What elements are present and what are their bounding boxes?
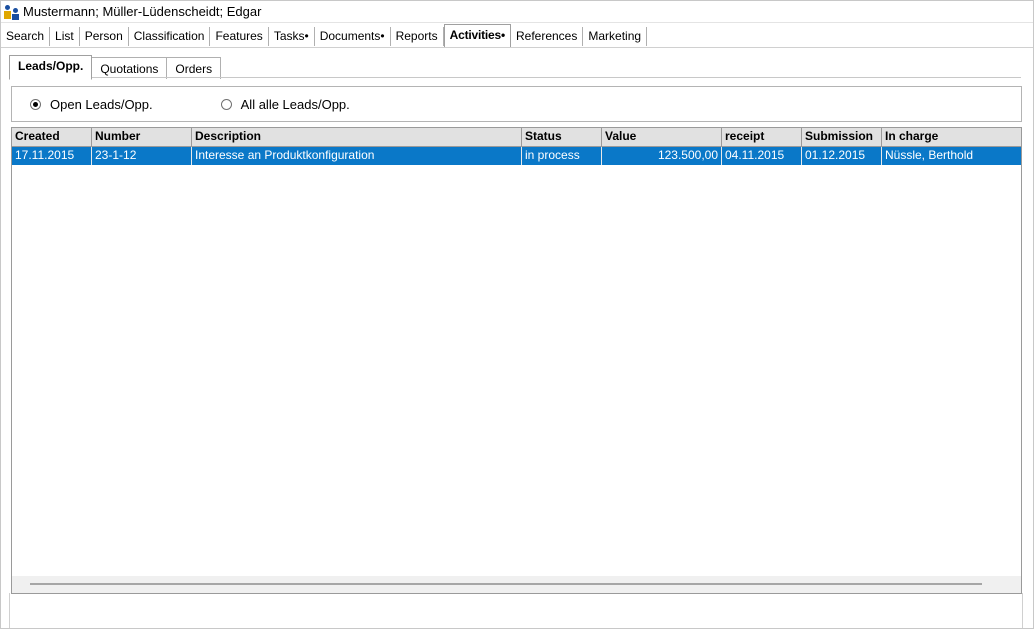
column-header-number[interactable]: Number <box>92 128 192 146</box>
tab-features[interactable]: Features <box>210 27 269 46</box>
tab-tasks[interactable]: Tasks• <box>269 27 315 46</box>
cell-created: 17.11.2015 <box>12 147 92 165</box>
title-bar: Mustermann; Müller-Lüdenscheidt; Edgar <box>1 1 1033 23</box>
column-header-status[interactable]: Status <box>522 128 602 146</box>
radio-all-leads-label: All alle Leads/Opp. <box>240 96 350 112</box>
tab-activities[interactable]: Activities• <box>443 24 511 47</box>
main-tab-bar: Search List Person Classification Featur… <box>1 24 1033 48</box>
tab-orders[interactable]: Orders <box>167 57 222 79</box>
column-header-submission[interactable]: Submission <box>802 128 882 146</box>
table-row[interactable]: 17.11.2015 23-1-12 Interesse an Produktk… <box>12 147 1021 165</box>
cell-description: Interesse an Produktkonfiguration <box>192 147 522 165</box>
bottom-panel <box>9 593 1023 628</box>
tab-references[interactable]: References <box>511 27 584 46</box>
column-header-description[interactable]: Description <box>192 128 522 146</box>
radio-open-leads[interactable]: Open Leads/Opp. <box>30 97 153 112</box>
cell-receipt: 04.11.2015 <box>722 147 802 165</box>
cell-submission: 01.12.2015 <box>802 147 882 165</box>
radio-unselected-icon[interactable] <box>220 98 232 110</box>
cell-number: 23-1-12 <box>92 147 192 165</box>
column-header-created[interactable]: Created <box>12 128 92 146</box>
radio-open-leads-label: Open Leads/Opp. <box>50 96 153 112</box>
tab-classification[interactable]: Classification <box>129 27 211 46</box>
table-header: Created Number Description Status Value … <box>12 128 1021 147</box>
radio-selected-icon[interactable] <box>30 98 41 110</box>
tab-quotations[interactable]: Quotations <box>92 57 168 79</box>
tab-list[interactable]: List <box>50 27 80 46</box>
horizontal-scrollbar[interactable] <box>12 576 1021 593</box>
column-header-receipt[interactable]: receipt <box>722 128 802 146</box>
tab-marketing[interactable]: Marketing <box>583 27 648 46</box>
cell-status: in process <box>522 147 602 165</box>
tab-leads-opp[interactable]: Leads/Opp. <box>9 55 93 80</box>
leads-table: Created Number Description Status Value … <box>11 127 1022 594</box>
tab-documents[interactable]: Documents• <box>315 27 391 46</box>
sub-tab-divider <box>9 77 1021 78</box>
sub-tab-bar: Leads/Opp. Quotations Orders <box>9 55 222 80</box>
tab-search[interactable]: Search <box>1 27 51 46</box>
lead-filter-group: Open Leads/Opp. All alle Leads/Opp. <box>11 86 1022 122</box>
cell-value: 123.500,00 <box>602 147 722 165</box>
column-header-in-charge[interactable]: In charge <box>882 128 1020 146</box>
radio-all-leads[interactable]: All alle Leads/Opp. <box>220 96 350 112</box>
tab-person[interactable]: Person <box>80 27 129 46</box>
tab-reports[interactable]: Reports <box>391 27 444 46</box>
window-title: Mustermann; Müller-Lüdenscheidt; Edgar <box>23 4 262 19</box>
app-window: Mustermann; Müller-Lüdenscheidt; Edgar S… <box>0 0 1034 629</box>
cell-in-charge: Nüssle, Berthold <box>885 148 974 162</box>
column-header-value[interactable]: Value <box>602 128 722 146</box>
tab-divider <box>1 47 1033 48</box>
scrollbar-thumb[interactable] <box>30 583 982 585</box>
app-people-icon <box>4 4 20 20</box>
